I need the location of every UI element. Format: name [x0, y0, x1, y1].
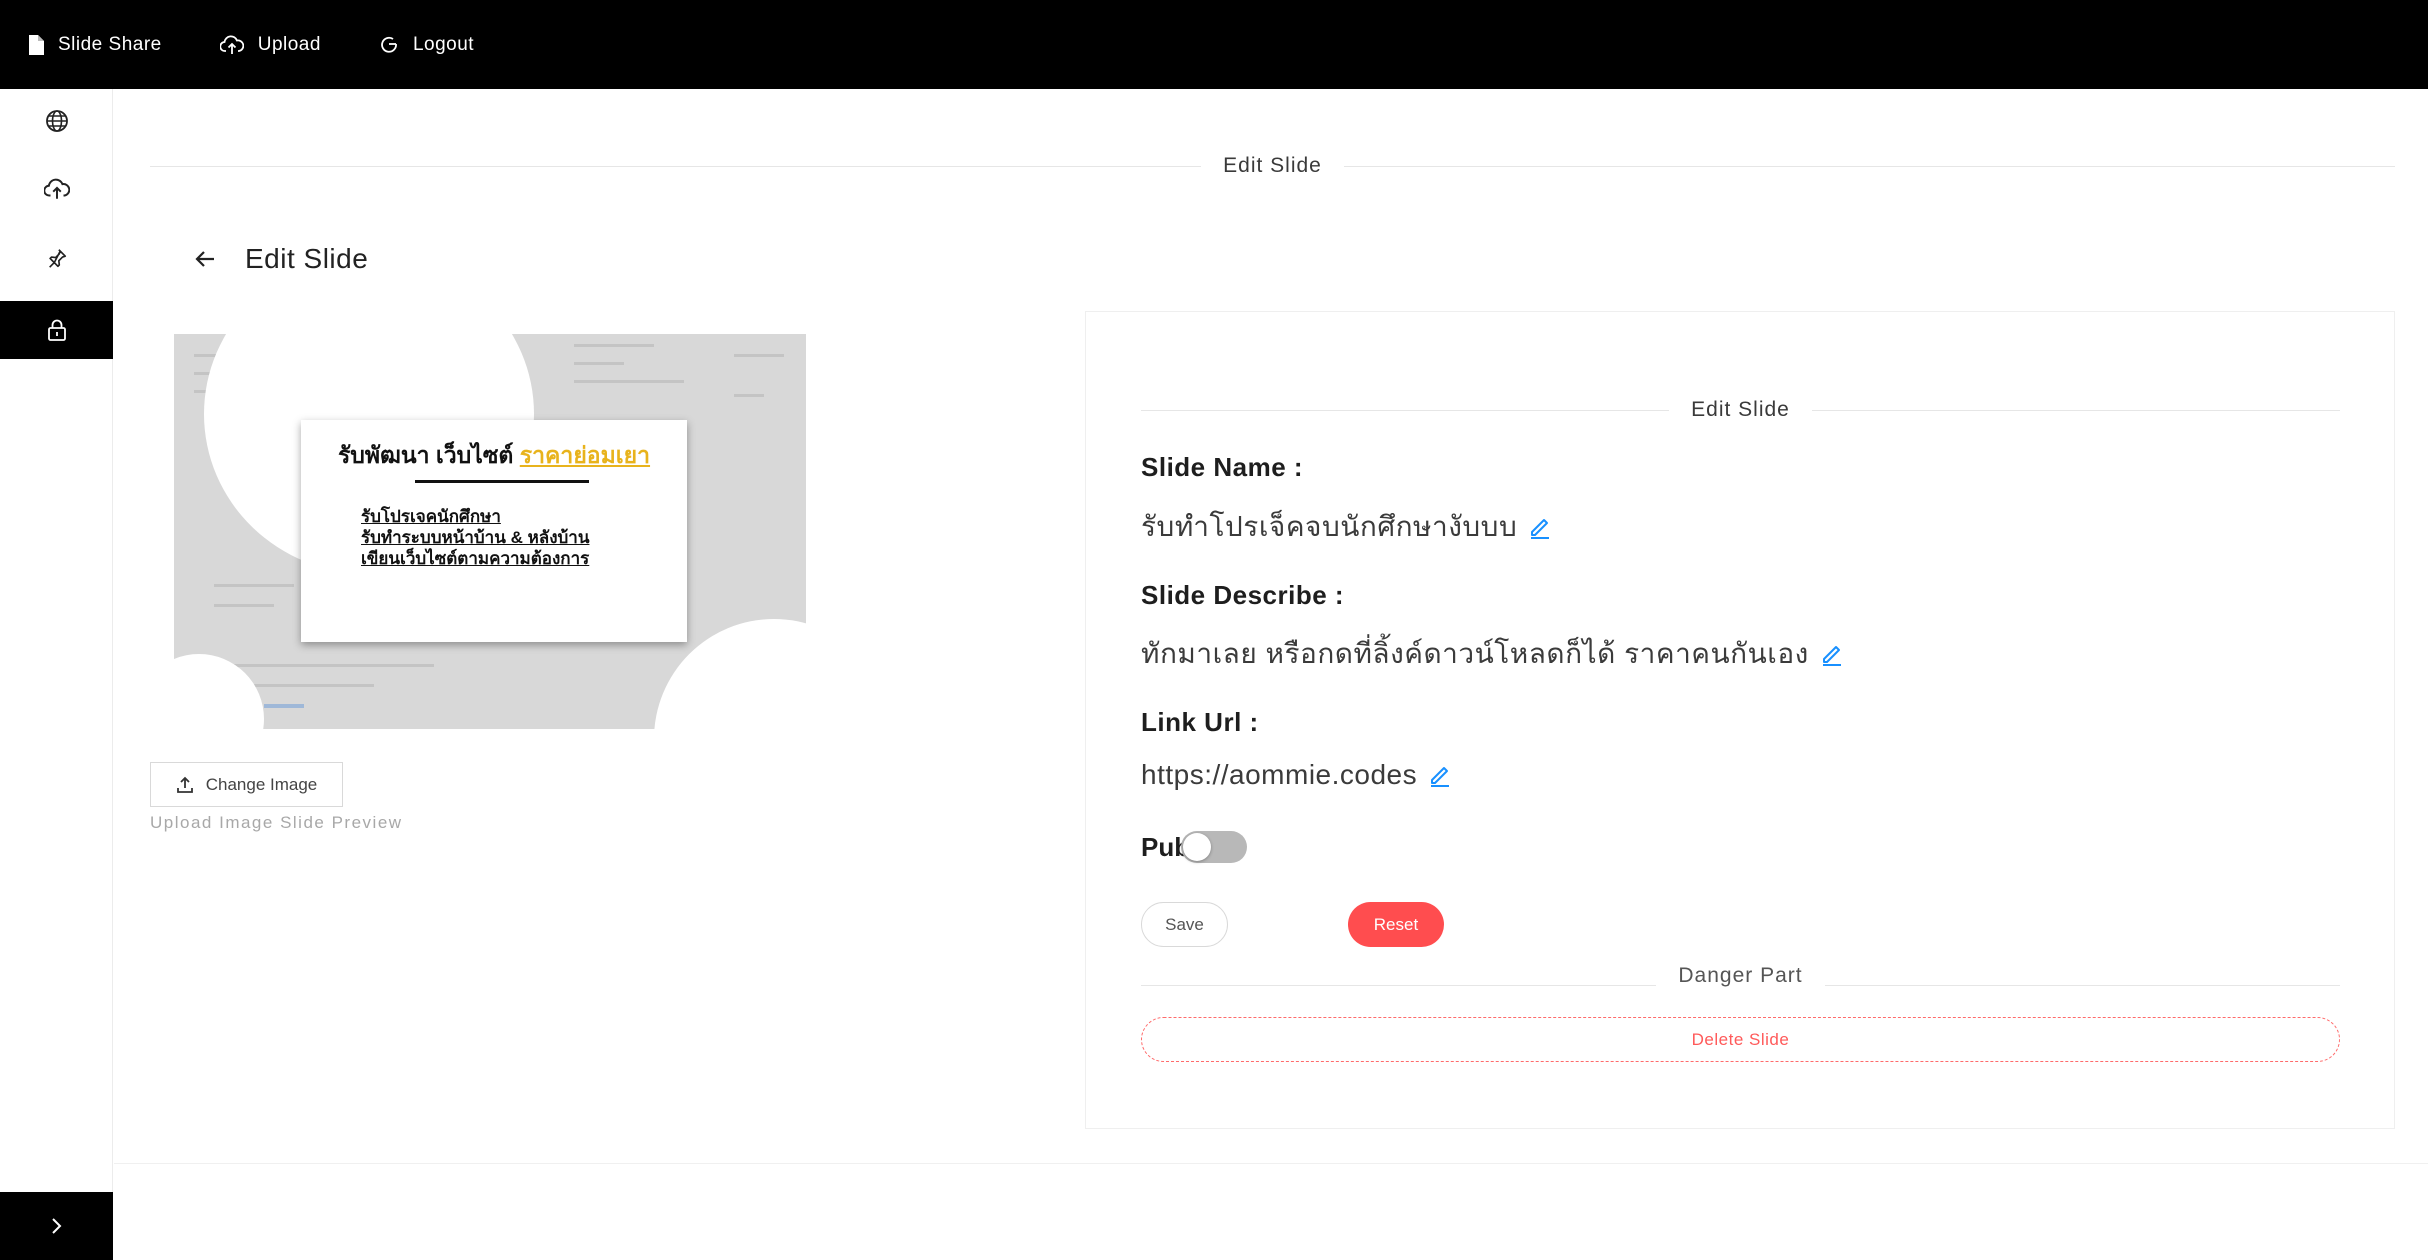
- section-title: Edit Slide: [1223, 154, 1322, 177]
- slide-name-field: รับทำโปรเจ็คจบนักศึกษางับบบ: [1141, 505, 1553, 549]
- danger-title: Danger Part: [1678, 964, 1803, 987]
- link-url-label: Link Url :: [1141, 707, 1259, 737]
- edit-slide-name-icon[interactable]: [1527, 514, 1553, 540]
- logout-icon: [381, 36, 397, 53]
- slide-name-label: Slide Name :: [1141, 452, 1304, 482]
- section-divider: Edit Slide: [150, 154, 2395, 178]
- main-content: Edit Slide Edit Slide รับพัฒนา เว็บไซต์ …: [114, 89, 2428, 1164]
- preview-heading-accent: ราคาย่อมเยา: [519, 442, 651, 468]
- cloud-upload-icon: [219, 34, 244, 54]
- top-navbar: Slide Share Upload Logout: [0, 0, 2428, 89]
- link-url-value: https://aommie.codes: [1141, 759, 1418, 790]
- slide-describe-field: ทักมาเลย หรือกดที่ลิ้งค์ดาวน์โหลดก็ได้ ร…: [1141, 632, 1845, 676]
- reset-button[interactable]: Reset: [1348, 902, 1444, 947]
- preview-card: รับพัฒนา เว็บไซต์ ราคาย่อมเยา รับโปรเจคน…: [301, 420, 687, 642]
- edit-slide-panel: Edit Slide Slide Name : รับทำโปรเจ็คจบนั…: [1085, 311, 2395, 1129]
- file-icon: [29, 34, 44, 55]
- edit-link-url-icon[interactable]: [1427, 762, 1453, 788]
- nav-upload-label: Upload: [257, 33, 321, 55]
- nav-upload[interactable]: Upload: [219, 33, 321, 56]
- chevron-right-icon: [51, 1218, 61, 1234]
- nav-logout-label: Logout: [412, 33, 475, 55]
- sidebar: [0, 89, 113, 1260]
- link-url-field: https://aommie.codes: [1141, 759, 1453, 791]
- sidebar-item-pinned[interactable]: [0, 229, 113, 287]
- lock-icon: [47, 319, 66, 341]
- sidebar-item-explore[interactable]: [0, 92, 113, 150]
- sidebar-collapse-button[interactable]: [0, 1192, 113, 1260]
- pin-icon: [48, 249, 66, 268]
- arrow-left-icon: [195, 251, 214, 267]
- panel-title: Edit Slide: [1691, 398, 1790, 421]
- danger-divider: Danger Part: [1141, 964, 2341, 988]
- cloud-upload-icon: [43, 178, 70, 199]
- nav-slide-share-label: Slide Share: [58, 33, 162, 55]
- panel-divider: Edit Slide: [1141, 398, 2340, 422]
- sidebar-item-private[interactable]: [0, 301, 113, 359]
- slide-name-value: รับทำโปรเจ็คจบนักศึกษางับบบ: [1141, 511, 1518, 542]
- preview-line: เขียนเว็บไซต์ตามความต้องการ: [361, 549, 590, 568]
- preview-heading-main: รับพัฒนา เว็บไซต์: [337, 442, 520, 468]
- toggle-knob: [1183, 833, 1211, 861]
- page-header: Edit Slide: [185, 239, 368, 279]
- preview-heading: รับพัฒนา เว็บไซต์ ราคาย่อมเยา: [301, 438, 687, 474]
- preview-line: รับทำระบบหน้าบ้าน & หลังบ้าน: [361, 528, 590, 547]
- nav-logout[interactable]: Logout: [379, 34, 474, 56]
- public-toggle[interactable]: [1181, 831, 1247, 863]
- page-title: Edit Slide: [245, 243, 369, 274]
- change-image-button[interactable]: Change Image: [150, 762, 343, 807]
- slide-describe-label: Slide Describe :: [1141, 580, 1345, 610]
- upload-icon: [176, 776, 193, 793]
- delete-slide-button[interactable]: Delete Slide: [1141, 1017, 2340, 1062]
- edit-slide-describe-icon[interactable]: [1819, 641, 1845, 667]
- slide-preview-image: รับพัฒนา เว็บไซต์ ราคาย่อมเยา รับโปรเจคน…: [174, 334, 806, 729]
- slide-describe-value: ทักมาเลย หรือกดที่ลิ้งค์ดาวน์โหลดก็ได้ ร…: [1141, 638, 1809, 669]
- back-button[interactable]: [185, 239, 225, 279]
- save-button[interactable]: Save: [1141, 902, 1228, 947]
- preview-lines: รับโปรเจคนักศึกษา รับทำระบบหน้าบ้าน & หล…: [361, 506, 589, 569]
- preview-underline: [415, 480, 589, 483]
- change-image-label: Change Image: [205, 774, 318, 794]
- nav-slide-share[interactable]: Slide Share: [28, 34, 162, 56]
- sidebar-item-upload[interactable]: [0, 160, 113, 218]
- preview-line: รับโปรเจคนักศึกษา: [361, 507, 501, 526]
- upload-hint: Upload Image Slide Preview: [150, 813, 403, 832]
- globe-icon: [45, 110, 68, 132]
